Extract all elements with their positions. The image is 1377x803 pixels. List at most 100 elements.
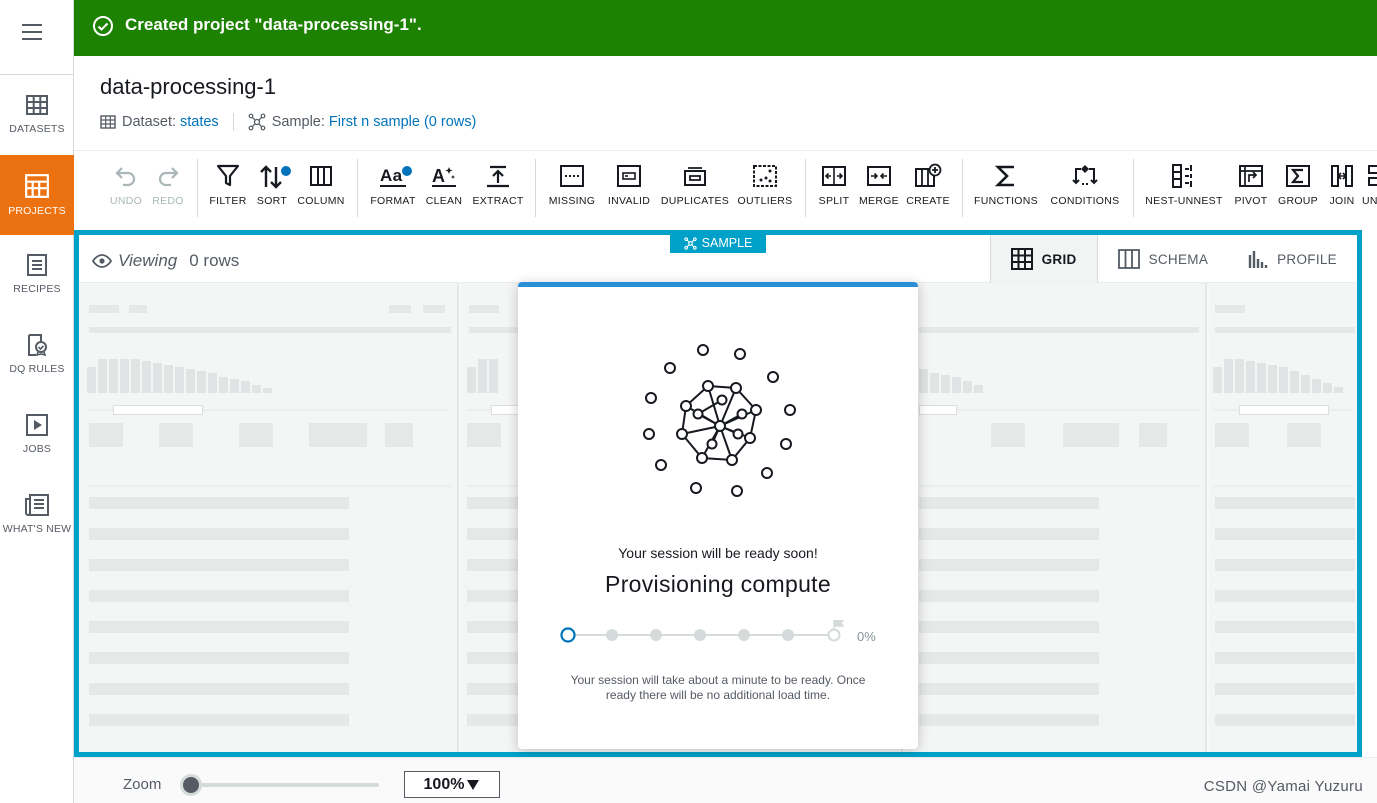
dataset-label: Dataset: xyxy=(122,114,176,130)
progress-percent: 0% xyxy=(857,629,876,644)
union-icon xyxy=(1368,165,1377,186)
hamburger-menu-icon[interactable] xyxy=(22,24,42,42)
progress-stepper xyxy=(560,620,845,643)
row-count: 0 rows xyxy=(189,251,240,270)
invalid-icon xyxy=(617,165,641,187)
outliers-icon xyxy=(753,165,777,187)
session-note: Your session will take about a minute to… xyxy=(570,673,866,702)
create-button[interactable]: CREATE xyxy=(905,163,951,207)
recipe-toolbar: UNDO REDO FILTER SORT COLUMN Aa FORMAT A… xyxy=(74,150,1377,230)
session-ready-text: Your session will be ready soon! xyxy=(618,545,818,561)
undo-button[interactable]: UNDO xyxy=(108,163,144,207)
nav-item-label: RECIPES xyxy=(13,283,61,295)
clean-icon: A xyxy=(432,166,456,187)
meta-divider xyxy=(232,113,234,131)
toolbar-divider xyxy=(357,159,358,217)
nest-unnest-button[interactable]: NEST-UNNEST xyxy=(1144,163,1224,207)
eye-icon xyxy=(92,254,112,268)
profile-chart-icon xyxy=(1248,251,1268,268)
column-icon xyxy=(310,166,332,186)
sample-badge[interactable]: SAMPLE xyxy=(670,235,766,253)
recipes-icon xyxy=(27,254,47,276)
nav-item-whats-new[interactable]: WHAT'S NEW xyxy=(0,475,74,555)
outliers-button[interactable]: OUTLIERS xyxy=(736,163,794,207)
news-icon xyxy=(25,494,49,516)
nav-item-projects[interactable]: PROJECTS xyxy=(0,155,74,235)
nav-item-dq-rules[interactable]: DQ RULES xyxy=(0,315,74,395)
invalid-button[interactable]: INVALID xyxy=(604,163,654,207)
redo-icon xyxy=(158,167,179,187)
join-icon xyxy=(1331,165,1353,187)
toolbar-divider xyxy=(805,159,806,217)
missing-button[interactable]: MISSING xyxy=(546,163,598,207)
network-sphere-icon xyxy=(643,344,796,497)
project-meta: Dataset: states Sample: First n sample (… xyxy=(100,113,476,131)
session-provisioning-modal: Your session will be ready soon! Provisi… xyxy=(518,282,918,749)
duplicates-icon xyxy=(684,167,706,186)
join-button[interactable]: JOIN xyxy=(1326,163,1358,207)
svg-text:Aa: Aa xyxy=(380,166,403,185)
sample-label: Sample: xyxy=(271,114,325,130)
view-bar: Viewing 0 rows SAMPLE GRID SCHEMA PROFIL… xyxy=(79,235,1357,283)
nav-item-datasets[interactable]: DATASETS xyxy=(0,75,74,155)
flash-message: Created project "data-processing-1". xyxy=(125,15,422,34)
zoom-slider-track[interactable] xyxy=(181,783,379,787)
filter-icon xyxy=(216,164,240,187)
sort-active-indicator xyxy=(281,166,291,176)
nav-item-label: DATASETS xyxy=(9,123,65,135)
watermark-text: CSDN @Yamai Yuzuru xyxy=(1203,778,1363,795)
merge-button[interactable]: MERGE xyxy=(857,163,901,207)
pivot-button[interactable]: PIVOT xyxy=(1232,163,1270,207)
toolbar-divider xyxy=(535,159,536,217)
projects-icon xyxy=(25,174,49,198)
grid-icon xyxy=(1010,248,1033,270)
nav-item-label: DQ RULES xyxy=(9,363,65,375)
view-tabs: GRID SCHEMA PROFILE xyxy=(989,235,1357,283)
group-button[interactable]: GROUP xyxy=(1276,163,1320,207)
conditions-button[interactable]: CONDITIONS xyxy=(1047,163,1123,207)
dataset-link[interactable]: states xyxy=(180,114,219,130)
viewing-indicator: Viewing 0 rows xyxy=(92,251,239,271)
tab-schema[interactable]: SCHEMA xyxy=(1098,235,1229,283)
tab-grid[interactable]: GRID xyxy=(989,235,1098,283)
redo-button[interactable]: REDO xyxy=(150,163,186,207)
caret-down-icon xyxy=(467,779,480,790)
duplicates-button[interactable]: DUPLICATES xyxy=(660,163,730,207)
left-nav: DATASETS PROJECTS RECIPES DQ RULES JOBS … xyxy=(0,0,74,803)
format-active-indicator xyxy=(402,166,412,176)
zoom-slider-handle[interactable] xyxy=(180,774,202,796)
create-column-icon xyxy=(915,163,942,187)
zoom-select[interactable]: 100% xyxy=(404,771,500,798)
table-icon xyxy=(100,115,116,129)
schema-icon xyxy=(1117,249,1140,269)
nav-item-label: JOBS xyxy=(22,443,52,455)
group-sigma-icon xyxy=(1286,165,1310,187)
nav-item-recipes[interactable]: RECIPES xyxy=(0,235,74,315)
extract-button[interactable]: EXTRACT xyxy=(470,163,526,207)
nav-item-label: WHAT'S NEW xyxy=(2,523,72,535)
play-icon xyxy=(26,414,48,436)
missing-icon xyxy=(560,165,584,187)
dq-rules-icon xyxy=(28,334,47,357)
clean-button[interactable]: A CLEAN xyxy=(424,163,464,207)
success-flash-banner: Created project "data-processing-1". xyxy=(74,0,1377,56)
functions-button[interactable]: FUNCTIONS xyxy=(973,163,1039,207)
pivot-icon xyxy=(1239,165,1263,187)
skeleton-column xyxy=(79,283,459,752)
undo-icon xyxy=(115,167,136,187)
filter-button[interactable]: FILTER xyxy=(208,163,248,207)
table-icon xyxy=(26,95,48,115)
union-button[interactable]: UN xyxy=(1362,163,1377,207)
nav-item-jobs[interactable]: JOBS xyxy=(0,395,74,475)
nest-unnest-icon xyxy=(1172,164,1192,188)
split-button[interactable]: SPLIT xyxy=(815,163,853,207)
footer-bar: Zoom 100% CSDN @Yamai Yuzuru xyxy=(74,757,1377,803)
extract-icon xyxy=(487,165,509,188)
tab-profile[interactable]: PROFILE xyxy=(1228,235,1357,283)
sample-link[interactable]: First n sample (0 rows) xyxy=(329,114,476,130)
sample-nodes-icon xyxy=(683,236,697,250)
check-circle-icon xyxy=(93,16,113,36)
column-button[interactable]: COLUMN xyxy=(295,163,347,207)
viewing-label: Viewing xyxy=(118,251,178,270)
provisioning-status: Provisioning compute xyxy=(605,571,831,597)
